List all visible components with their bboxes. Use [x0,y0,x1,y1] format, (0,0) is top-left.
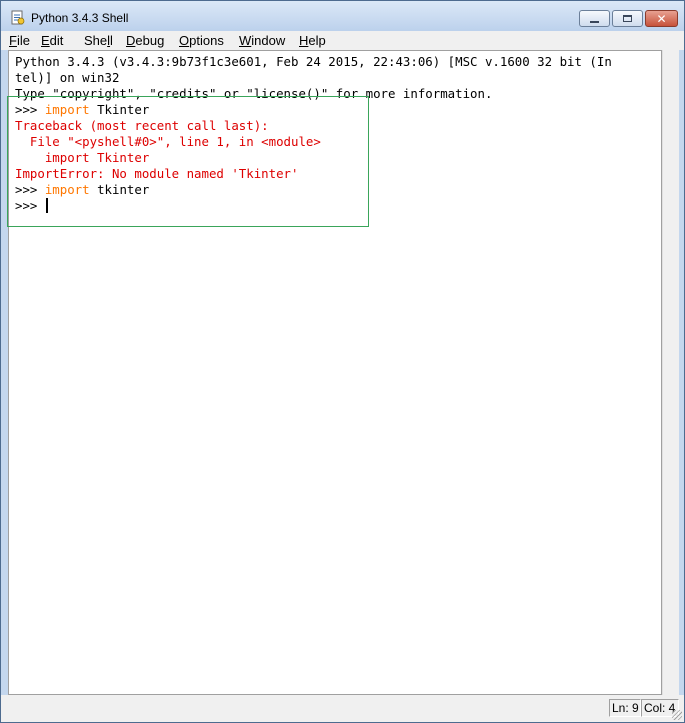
menu-edit-label: dit [49,33,64,48]
status-line: Ln: 9 [609,699,641,717]
banner-line-2: tel)] on win32 [15,70,120,85]
menu-file-mnemonic: F [9,33,17,48]
menu-help-mnemonic: H [299,33,309,48]
menu-window[interactable]: Window [239,33,285,48]
banner-line-1: Python 3.4.3 (v3.4.3:9b73f1c3e601, Feb 2… [15,54,612,69]
vertical-scrollbar[interactable] [662,50,679,695]
menu-window-label: indow [251,33,286,48]
close-icon: ✕ [656,11,667,26]
maximize-icon [623,15,632,22]
close-button[interactable]: ✕ [645,10,678,27]
minimize-button[interactable] [579,10,610,27]
menu-debug-label: ebug [135,33,165,48]
menu-shell[interactable]: Shell [84,33,113,48]
menu-options[interactable]: Options [179,33,224,48]
status-bar: Ln: 9 Col: 4 [1,695,684,722]
menu-file[interactable]: File [9,33,30,48]
menu-window-mnemonic: W [239,33,252,48]
idle-shell-window: Python 3.4.3 Shell ✕ File Edit Shell Deb… [0,0,685,723]
shell-text-area[interactable]: Python 3.4.3 (v3.4.3:9b73f1c3e601, Feb 2… [7,50,662,695]
menu-debug-mnemonic: D [126,33,136,48]
menu-shell-label: l [110,33,113,48]
maximize-button[interactable] [612,10,643,27]
title-bar[interactable]: Python 3.4.3 Shell ✕ [1,1,684,31]
menu-bar: File Edit Shell Debug Options Window Hel… [1,31,684,50]
menu-options-label: ptions [189,33,224,48]
menu-edit-mnemonic: E [41,33,50,48]
menu-edit[interactable]: Edit [41,33,63,48]
window-title: Python 3.4.3 Shell [31,11,129,25]
resize-grip-icon[interactable] [672,710,682,720]
python-idle-icon [11,10,25,25]
annotation-highlight-box [7,96,369,227]
menu-help-label: elp [308,33,326,48]
menu-options-mnemonic: O [179,33,190,48]
minimize-icon [590,20,599,23]
menu-help[interactable]: Help [299,33,326,48]
menu-debug[interactable]: Debug [126,33,164,48]
menu-file-label: ile [16,33,30,48]
menu-shell-label-pre: She [84,33,108,48]
